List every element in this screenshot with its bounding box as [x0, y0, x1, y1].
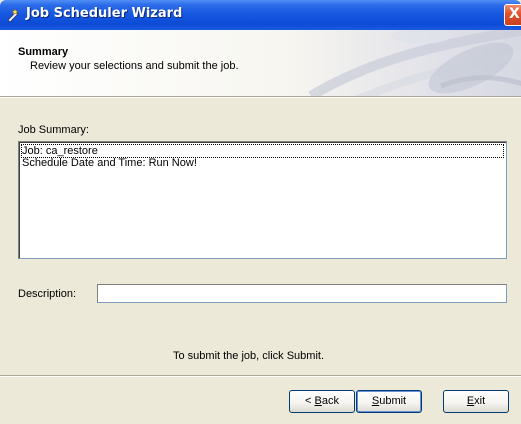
- page-title: Summary: [18, 46, 69, 58]
- back-button[interactable]: < Back: [289, 390, 355, 413]
- footer-divider: [0, 375, 521, 377]
- title-bar[interactable]: Job Scheduler Wizard X: [0, 0, 521, 30]
- header-divider: [0, 96, 521, 98]
- exit-button[interactable]: Exit: [443, 390, 509, 413]
- close-icon: X: [509, 6, 520, 22]
- description-label: Description:: [18, 288, 77, 300]
- window-title: Job Scheduler Wizard: [26, 6, 183, 21]
- description-field[interactable]: [97, 284, 507, 303]
- list-item[interactable]: Job: ca_restore: [21, 144, 504, 158]
- wizard-header: Summary Review your selections and submi…: [0, 30, 521, 96]
- submit-instruction: To submit the job, click Submit.: [173, 350, 325, 362]
- job-summary-listbox[interactable]: Job: ca_restore Schedule Date and Time: …: [18, 141, 507, 259]
- list-item[interactable]: Schedule Date and Time: Run Now!: [22, 157, 503, 169]
- exit-button-label: xit: [474, 395, 486, 407]
- back-button-accel: B: [314, 395, 322, 407]
- submit-button-label: ubmit: [379, 395, 407, 407]
- close-button[interactable]: X: [504, 4, 521, 26]
- wizard-icon: [7, 8, 19, 23]
- header-banner-graphic: [308, 30, 521, 96]
- page-subtitle: Review your selections and submit the jo…: [30, 60, 239, 72]
- back-button-label: ack: [321, 395, 339, 407]
- back-button-prefix: <: [305, 395, 315, 407]
- job-summary-label: Job Summary:: [18, 124, 89, 136]
- submit-button[interactable]: Submit: [356, 390, 422, 413]
